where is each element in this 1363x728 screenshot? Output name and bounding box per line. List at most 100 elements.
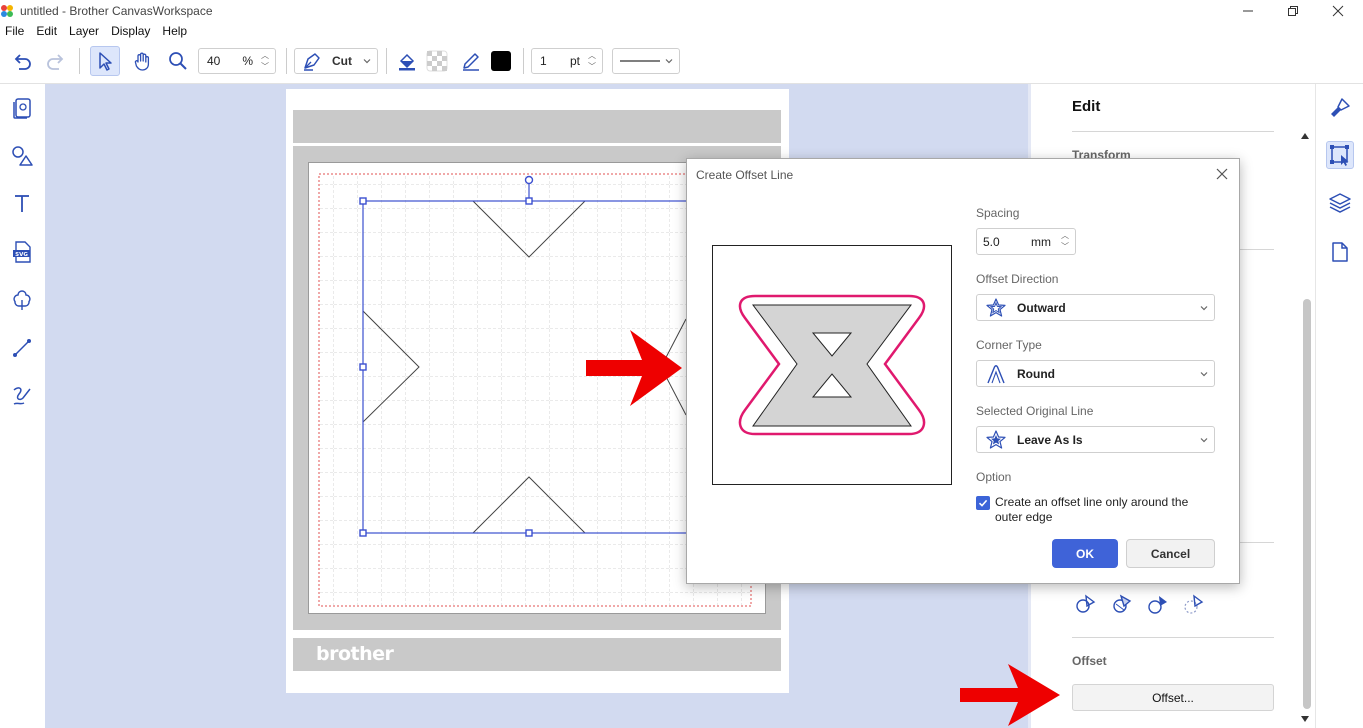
chevron-down-icon[interactable]: ﹀	[261, 61, 269, 72]
outer-edge-only-checkbox[interactable]	[976, 496, 990, 510]
ok-button[interactable]: OK	[1052, 539, 1118, 568]
resize-handle[interactable]	[525, 529, 533, 537]
selected-original-line-select[interactable]: Leave As Is	[976, 426, 1215, 453]
offset-direction-select[interactable]: Outward	[976, 294, 1215, 321]
chevron-down-icon	[1200, 438, 1208, 443]
select-tool-button[interactable]	[90, 46, 120, 76]
restore-button[interactable]	[1270, 0, 1316, 22]
offset-button[interactable]: Offset...	[1072, 684, 1274, 711]
selected-original-line-label: Selected Original Line	[976, 404, 1094, 418]
toolbar-separator	[79, 48, 80, 74]
create-offset-line-dialog: Create Offset Line Spacing 5.0 mm ︿ ﹀ Off…	[686, 158, 1240, 584]
app-logo-icon	[1, 5, 13, 17]
menu-edit[interactable]: Edit	[31, 22, 64, 40]
toolbar-separator	[523, 48, 524, 74]
dialog-close-button[interactable]	[1213, 165, 1231, 183]
hand-icon	[134, 52, 150, 71]
line-width-unit: pt	[569, 54, 580, 68]
divider	[1072, 637, 1274, 638]
redo-button[interactable]	[42, 46, 70, 76]
resize-handle[interactable]	[525, 197, 533, 205]
fill-color-button[interactable]	[394, 46, 420, 76]
undo-button[interactable]	[8, 46, 36, 76]
close-icon	[1216, 168, 1228, 180]
line-color-button[interactable]	[458, 46, 484, 76]
magnifier-icon	[169, 52, 187, 70]
line-color-swatch[interactable]	[488, 46, 514, 76]
group-weld-icon	[1113, 594, 1132, 613]
leave-as-is-star-icon	[985, 429, 1007, 451]
resize-handle[interactable]	[359, 363, 367, 371]
chevron-down-icon[interactable]: ﹀	[1061, 241, 1069, 252]
chevron-up-icon[interactable]: ︿	[1061, 230, 1069, 241]
page-setup-button[interactable]	[1326, 238, 1354, 266]
black-swatch-icon	[491, 51, 511, 71]
minimize-button[interactable]	[1225, 0, 1271, 22]
group-weld-button[interactable]	[1110, 592, 1134, 616]
menu-file[interactable]: File	[0, 22, 31, 40]
panel-scroll-up-icon[interactable]	[1300, 132, 1310, 140]
cut-mode-value: Cut	[332, 54, 352, 68]
offset-direction-label: Offset Direction	[976, 272, 1059, 286]
close-window-button[interactable]	[1315, 0, 1361, 22]
chevron-down-icon[interactable]: ﹀	[588, 61, 596, 72]
layers-button[interactable]	[1326, 189, 1354, 217]
subtract-button[interactable]	[1182, 592, 1206, 616]
fill-color-swatch[interactable]	[424, 46, 450, 76]
zoom-tool-button[interactable]	[164, 46, 192, 76]
svg-import-button[interactable]: SVG	[8, 238, 36, 266]
restore-icon	[1288, 6, 1298, 16]
pattern-library-icon	[13, 98, 31, 119]
object-properties-button[interactable]	[1326, 94, 1354, 122]
chevron-up-icon[interactable]: ︿	[588, 50, 596, 61]
chevron-up-icon[interactable]: ︿	[261, 50, 269, 61]
spacing-input[interactable]: 5.0 mm ︿ ﹀	[976, 228, 1076, 255]
subtract-icon	[1184, 594, 1204, 614]
edit-panel-button[interactable]	[1326, 141, 1354, 169]
merge-button[interactable]	[1146, 592, 1170, 616]
image-trace-button[interactable]	[8, 286, 36, 314]
zoom-stepper[interactable]: ︿ ﹀	[257, 50, 273, 72]
pattern-library-button[interactable]	[8, 94, 36, 122]
menu-layer[interactable]: Layer	[64, 22, 106, 40]
resize-handle[interactable]	[359, 197, 367, 205]
weld-button[interactable]	[1074, 592, 1098, 616]
chevron-down-icon	[1200, 306, 1208, 311]
pan-tool-button[interactable]	[128, 46, 156, 76]
panel-scrollbar[interactable]	[1303, 299, 1311, 709]
menu-help[interactable]: Help	[157, 22, 194, 40]
checkmark-icon	[978, 499, 988, 507]
page-icon	[1332, 242, 1348, 262]
freehand-tool-button[interactable]	[8, 382, 36, 410]
outer-edge-only-label[interactable]: Create an offset line only around the ou…	[995, 495, 1210, 525]
text-icon	[15, 195, 29, 212]
rotate-handle[interactable]	[524, 175, 534, 185]
line-width-stepper[interactable]: ︿ ﹀	[584, 50, 600, 72]
layers-icon	[1329, 193, 1351, 213]
transparent-swatch-icon	[426, 50, 448, 72]
shapes-button[interactable]	[8, 142, 36, 170]
text-tool-button[interactable]	[8, 190, 36, 218]
resize-handle[interactable]	[359, 529, 367, 537]
option-label: Option	[976, 470, 1012, 484]
freehand-icon	[13, 387, 31, 405]
spacing-stepper[interactable]: ︿ ﹀	[1057, 230, 1073, 252]
zoom-level-input[interactable]: 40 % ︿ ﹀	[198, 48, 276, 74]
menu-display[interactable]: Display	[106, 22, 157, 40]
line-tool-button[interactable]	[8, 334, 36, 362]
transform-icon	[1330, 145, 1349, 166]
cloud-icon	[13, 290, 31, 310]
panel-scroll-down-icon[interactable]	[1300, 715, 1310, 723]
cut-mode-select[interactable]: Cut	[294, 48, 378, 74]
line-style-select[interactable]	[612, 48, 680, 74]
cancel-button[interactable]: Cancel	[1126, 539, 1215, 568]
left-toolbar: SVG	[0, 84, 45, 728]
line-width-input[interactable]: 1 pt ︿ ﹀	[531, 48, 603, 74]
weld-icon	[1076, 594, 1096, 613]
outward-star-icon	[985, 297, 1007, 319]
offset-direction-value: Outward	[1017, 300, 1066, 315]
menu-bar: File Edit Layer Display Help	[0, 22, 194, 40]
paintbrush-icon	[1331, 98, 1350, 117]
corner-type-select[interactable]: Round	[976, 360, 1215, 387]
divider	[1072, 131, 1274, 132]
